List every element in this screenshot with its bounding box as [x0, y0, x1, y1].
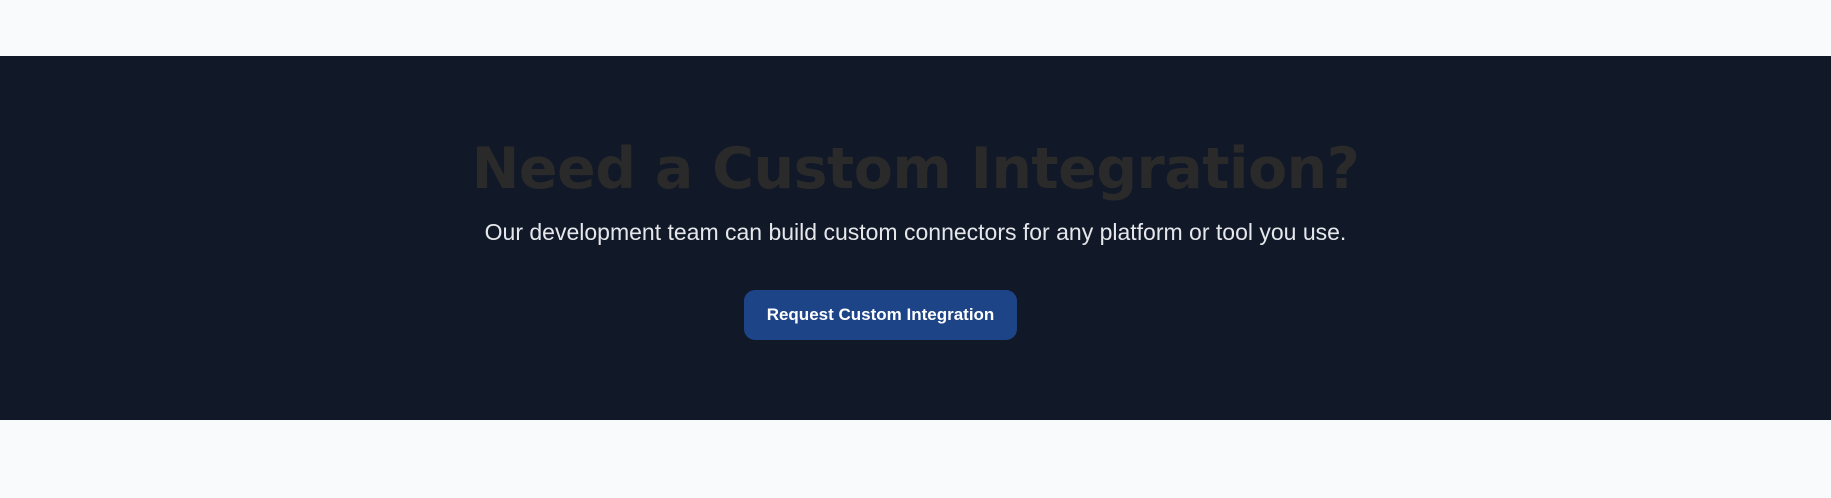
bottom-band — [0, 420, 1831, 498]
page: Need a Custom Integration? Our developme… — [0, 0, 1831, 498]
custom-integration-cta-section: Need a Custom Integration? Our developme… — [0, 56, 1831, 420]
request-custom-integration-button[interactable]: Request Custom Integration — [744, 290, 1017, 340]
top-band — [0, 0, 1831, 56]
cta-subtitle: Our development team can build custom co… — [484, 219, 1347, 245]
cta-content: Need a Custom Integration? Our developme… — [0, 56, 1831, 420]
cta-title: Need a Custom Integration? — [471, 136, 1360, 202]
